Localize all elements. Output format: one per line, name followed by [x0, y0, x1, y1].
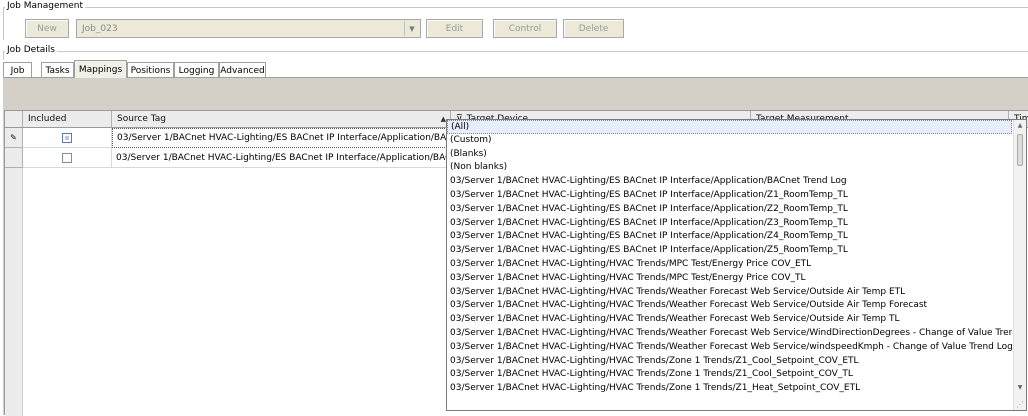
filter-option[interactable]: 03/Server 1/BACnet HVAC-Lighting/HVAC Tr… [447, 272, 1012, 286]
filter-option[interactable]: 03/Server 1/BACnet HVAC-Lighting/HVAC Tr… [447, 299, 1012, 313]
job-management-border [3, 7, 1028, 8]
job-details-label: Job Details [5, 45, 57, 55]
row-selector-gutter [5, 168, 23, 416]
resize-grip-icon[interactable]: ⋰ [1016, 400, 1024, 409]
filter-option[interactable]: 03/Server 1/BACnet HVAC-Lighting/ES BACn… [447, 217, 1012, 231]
included-checkbox[interactable] [62, 132, 72, 143]
filter-option[interactable]: 03/Server 1/BACnet HVAC-Lighting/ES BACn… [447, 203, 1012, 217]
filter-option[interactable]: 03/Server 1/BACnet HVAC-Lighting/HVAC Tr… [447, 313, 1012, 327]
filter-option[interactable]: (Custom) [447, 134, 1012, 148]
tab-logging[interactable]: Logging [174, 62, 219, 78]
tab-advanced[interactable]: Advanced [219, 62, 266, 78]
row-selector [5, 148, 23, 168]
filter-option[interactable]: (All) [447, 120, 1012, 134]
filter-option[interactable]: (Blanks) [447, 148, 1012, 162]
column-header-source-tag[interactable]: Source Tag ▲ [112, 111, 451, 128]
filter-option[interactable]: 03/Server 1/BACnet HVAC-Lighting/ES BACn… [447, 244, 1012, 258]
tab-job[interactable]: Job [3, 62, 32, 78]
chevron-down-icon[interactable]: ▼ [404, 21, 419, 36]
source-tag-cell[interactable]: 03/Server 1/BACnet HVAC-Lighting/ES BACn… [112, 148, 451, 168]
included-cell[interactable] [23, 148, 112, 168]
scroll-down-icon[interactable]: ▼ [1014, 384, 1026, 394]
current-row-indicator: ✎ [5, 128, 23, 148]
filter-option[interactable]: 03/Server 1/BACnet HVAC-Lighting/HVAC Tr… [447, 382, 1012, 396]
filter-option[interactable]: 03/Server 1/BACnet HVAC-Lighting/ES BACn… [447, 175, 1012, 189]
job-select-value: Job_023 [82, 23, 118, 34]
target-device-filter-dropdown[interactable]: (All) (Custom) (Blanks) (Non blanks) 03/Serv… [446, 119, 1027, 411]
filter-options-list: (All) (Custom) (Blanks) (Non blanks) 03/Serv… [447, 120, 1026, 396]
filter-option[interactable]: 03/Server 1/BACnet HVAC-Lighting/HVAC Tr… [447, 327, 1012, 341]
job-details-tabs: Job Tasks Mappings Positions Logging Adv… [3, 60, 1028, 78]
source-tag-cell[interactable]: 03/Server 1/BACnet HVAC-Lighting/ES BACn… [112, 128, 451, 148]
tab-tasks[interactable]: Tasks [41, 62, 74, 78]
scroll-thumb[interactable] [1017, 134, 1023, 166]
included-checkbox[interactable] [62, 152, 72, 163]
scroll-up-icon[interactable]: ▲ [1014, 122, 1026, 132]
edit-button[interactable]: Edit [426, 19, 483, 38]
filter-option[interactable]: 03/Server 1/BACnet HVAC-Lighting/HVAC Tr… [447, 258, 1012, 272]
filter-option[interactable]: 03/Server 1/BACnet HVAC-Lighting/ES BACn… [447, 189, 1012, 203]
filter-option[interactable]: 03/Server 1/BACnet HVAC-Lighting/HVAC Tr… [447, 355, 1012, 369]
filter-option[interactable]: 03/Server 1/BACnet HVAC-Lighting/ES BACn… [447, 230, 1012, 244]
job-select[interactable]: Job_023 ▼ [76, 19, 421, 38]
filter-option[interactable]: (Non blanks) [447, 161, 1012, 175]
row-selector-header [5, 111, 23, 128]
column-header-included[interactable]: Included [23, 111, 112, 128]
job-management-label: Job Management [5, 1, 86, 11]
dropdown-scrollbar[interactable]: ▲ ▼ [1013, 120, 1026, 410]
included-cell[interactable] [23, 128, 112, 148]
new-job-button[interactable]: New [25, 19, 69, 38]
control-button[interactable]: Control [493, 19, 557, 38]
delete-button[interactable]: Delete [563, 19, 624, 38]
job-details-border [3, 51, 1028, 52]
tab-mappings[interactable]: Mappings [74, 60, 127, 78]
tab-positions[interactable]: Positions [127, 62, 174, 78]
filter-option[interactable]: 03/Server 1/BACnet HVAC-Lighting/HVAC Tr… [447, 368, 1012, 382]
filter-option[interactable]: 03/Server 1/BACnet HVAC-Lighting/HVAC Tr… [447, 341, 1012, 355]
column-header-source-tag-label: Source Tag [117, 114, 167, 124]
job-management-border-left [3, 7, 4, 40]
filter-option[interactable]: 03/Server 1/BACnet HVAC-Lighting/HVAC Tr… [447, 286, 1012, 300]
